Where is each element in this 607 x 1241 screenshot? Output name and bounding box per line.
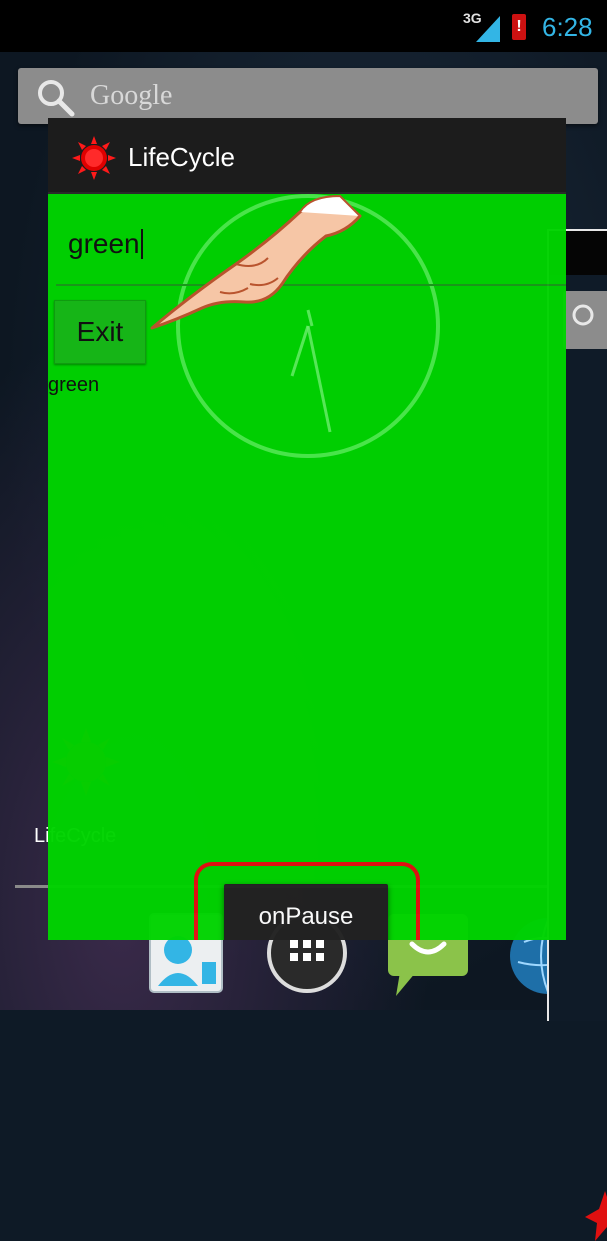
search-icon: [572, 304, 594, 326]
search-bar-label: Google: [90, 80, 173, 111]
battery-icon: !: [512, 14, 526, 40]
onpause-toast: onPause: [224, 884, 388, 940]
text-caret: [140, 229, 143, 259]
app-title: LifeCycle: [128, 142, 235, 172]
search-icon: [38, 80, 75, 117]
google-search-bar[interactable]: Google: [18, 68, 598, 124]
clock-time: 6:28: [542, 12, 593, 42]
status-bar: 3G ! 6:28: [0, 0, 607, 52]
lifecycle-app-icon: [72, 136, 116, 180]
color-name-label: green: [48, 374, 100, 396]
signal-icon: [476, 16, 500, 42]
app-title-bar: LifeCycle: [48, 118, 566, 194]
pointing-hand-icon: [150, 194, 362, 330]
lifecycle-icon: [585, 1191, 607, 1241]
color-input-value: green: [68, 228, 143, 260]
recent-card-search-bar: [563, 291, 607, 349]
exit-button[interactable]: Exit: [54, 300, 146, 364]
